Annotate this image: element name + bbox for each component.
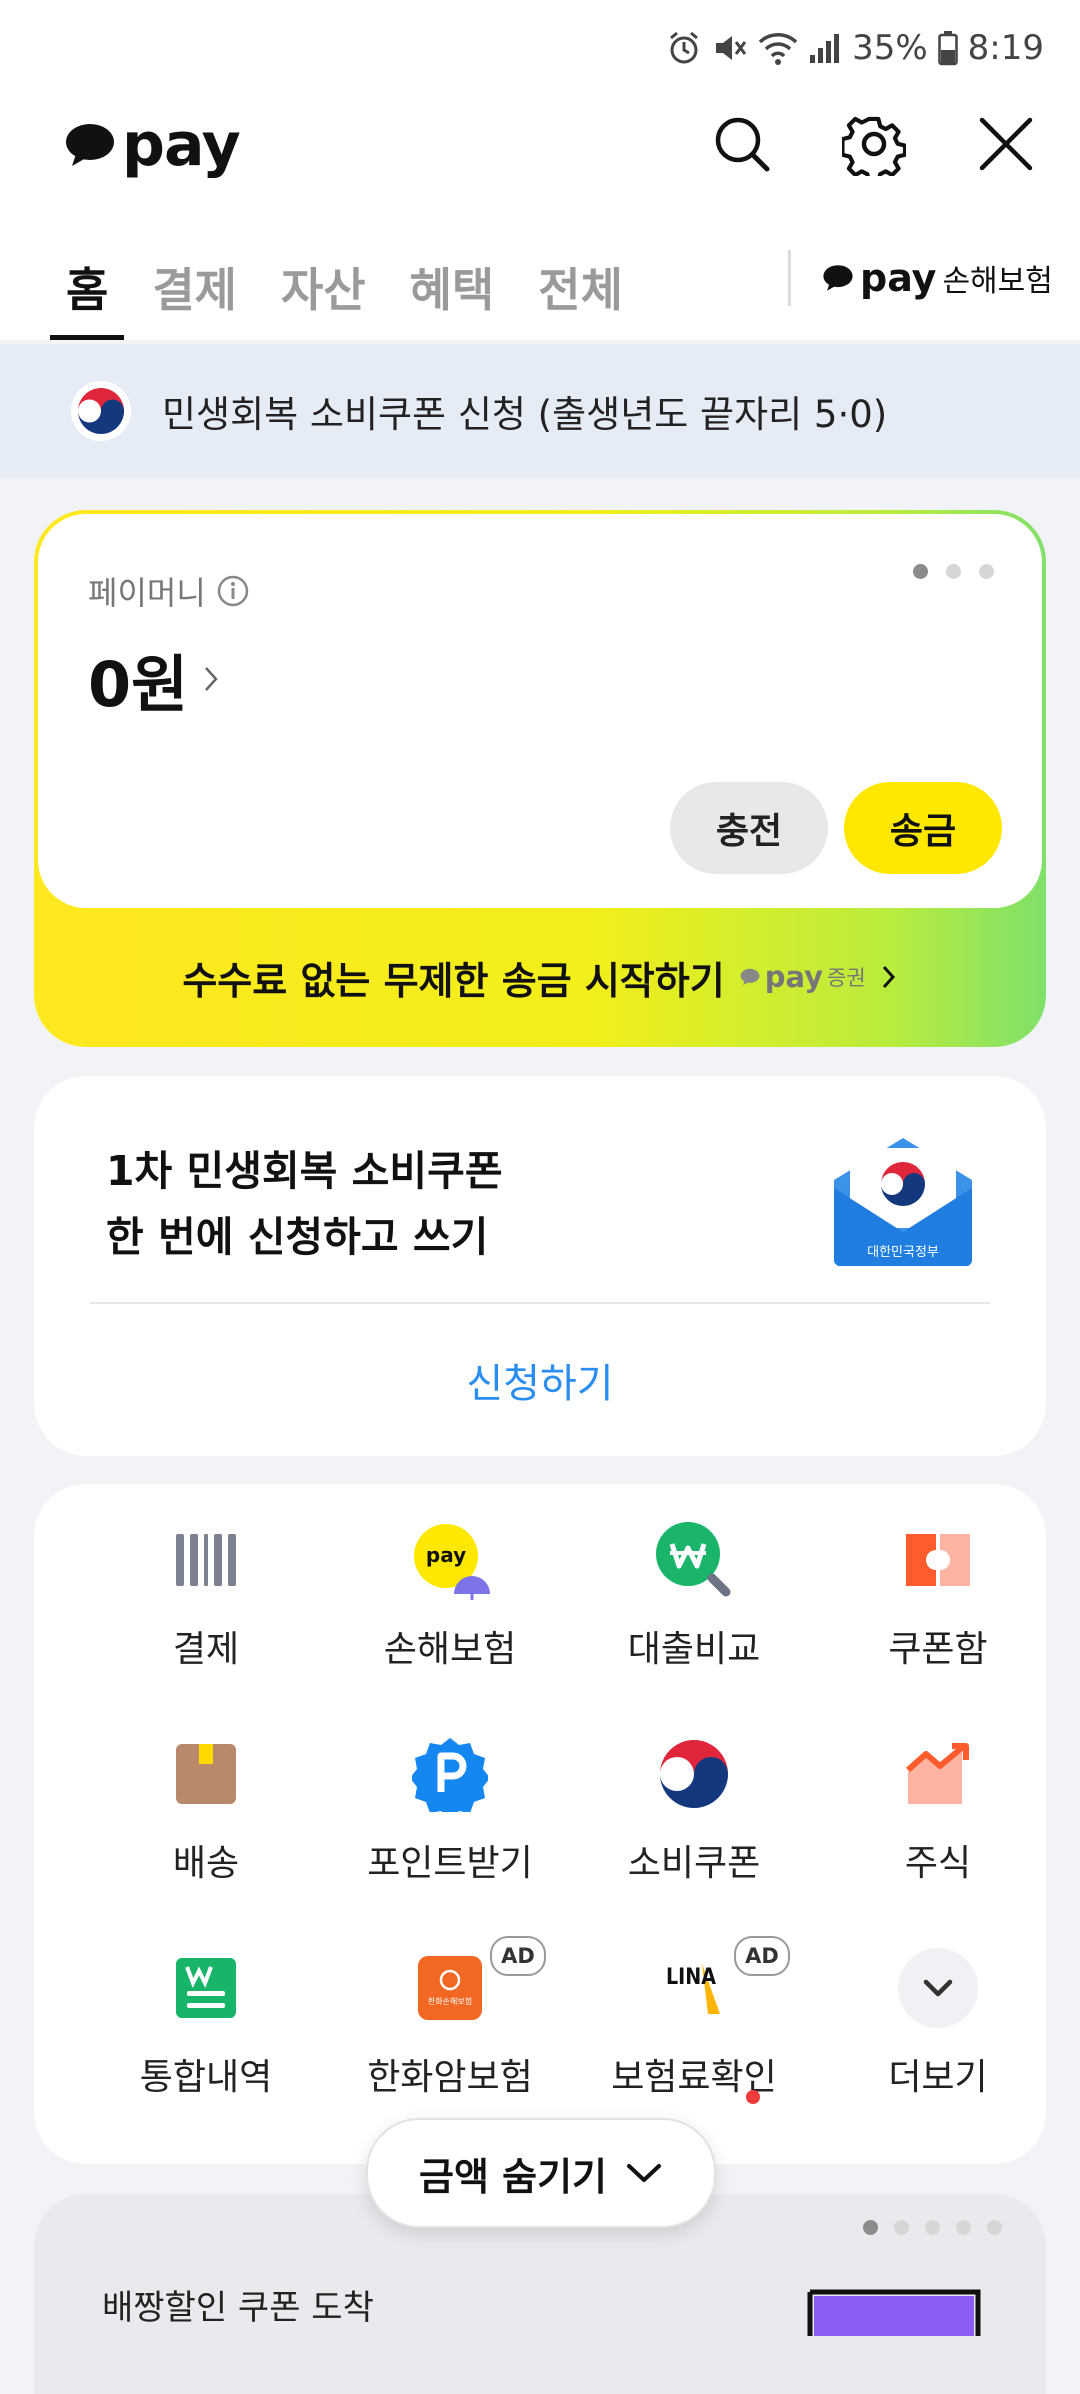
pay-insurance-link[interactable]: pay 손해보험 bbox=[822, 248, 1053, 308]
loan-compare-icon bbox=[654, 1520, 734, 1600]
menu-history[interactable]: 통합내역 bbox=[84, 1912, 328, 2102]
menu-insurance[interactable]: pay 손해보험 bbox=[328, 1484, 572, 1674]
alarm-icon bbox=[666, 30, 702, 66]
notice-text: 민생회복 소비쿠폰 신청 (출생년도 끝자리 5·0) bbox=[162, 393, 888, 436]
coupon-box-icon bbox=[898, 1520, 978, 1600]
ad-badge: AD bbox=[490, 1936, 546, 1976]
battery-icon bbox=[937, 30, 958, 66]
pay-securities-brand: pay 증권 bbox=[739, 960, 866, 994]
service-menu: 결제 pay 손해보험 대출비교 쿠폰함 배송 포인트받기 소비쿠폰 주식 통합… bbox=[34, 1484, 1046, 2164]
consumption-coupon-card[interactable]: 1차 민생회복 소비쿠폰 한 번에 신청하고 쓰기 대한민국정부 신청하기 bbox=[34, 1076, 1046, 1456]
menu-payment[interactable]: 결제 bbox=[84, 1484, 328, 1674]
chevron-down-icon bbox=[898, 1948, 978, 2028]
ad-badge: AD bbox=[734, 1936, 790, 1976]
page-dot bbox=[925, 2220, 940, 2235]
svg-text:LINA: LINA bbox=[666, 1965, 716, 1990]
chevron-right-icon bbox=[205, 667, 218, 691]
banner-text: 배짱할인 쿠폰 도착 bbox=[102, 2288, 374, 2328]
tab-assets[interactable]: 자산 bbox=[281, 240, 366, 340]
free-transfer-promo[interactable]: 수수료 없는 무제한 송금 시작하기 pay 증권 bbox=[34, 908, 1046, 1046]
info-icon[interactable] bbox=[216, 574, 250, 608]
paymoney-amount[interactable]: 0원 bbox=[88, 634, 222, 724]
talk-bubble-icon bbox=[823, 265, 853, 291]
menu-more[interactable]: 더보기 bbox=[816, 1912, 1060, 2102]
search-button[interactable] bbox=[702, 104, 782, 184]
charge-button[interactable]: 충전 bbox=[670, 782, 828, 874]
coupon-ticket-icon bbox=[807, 2289, 981, 2336]
lina-icon: LINA AD bbox=[654, 1936, 790, 2028]
page-dot bbox=[956, 2220, 971, 2235]
government-envelope-icon: 대한민국정부 bbox=[828, 1132, 978, 1270]
barcode-icon bbox=[166, 1520, 246, 1600]
svg-text:한화손해보험: 한화손해보험 bbox=[428, 1996, 472, 2006]
menu-get-points[interactable]: 포인트받기 bbox=[328, 1698, 572, 1888]
coupon-title: 1차 민생회복 소비쿠폰 한 번에 신청하고 쓰기 bbox=[106, 1147, 503, 1261]
main-tabs: 홈 결제 자산 혜택 전체 bbox=[44, 240, 667, 340]
menu-hanwha-cancer-insurance[interactable]: 한화손해보험 AD 한화암보험 bbox=[328, 1912, 572, 2102]
page-dot bbox=[987, 2220, 1002, 2235]
paymoney-label: 페이머니 bbox=[88, 568, 250, 614]
menu-loan-compare[interactable]: 대출비교 bbox=[572, 1484, 816, 1674]
close-icon bbox=[979, 117, 1033, 171]
settings-button[interactable] bbox=[834, 104, 914, 184]
page-dot bbox=[979, 564, 994, 579]
page-dot bbox=[913, 564, 928, 579]
menu-delivery[interactable]: 배송 bbox=[84, 1698, 328, 1888]
apply-button[interactable]: 신청하기 bbox=[34, 1304, 1046, 1456]
kakaopay-logo: pay bbox=[64, 100, 241, 190]
chevron-right-icon bbox=[882, 965, 895, 989]
status-bar: 35% 8:19 bbox=[0, 0, 1080, 90]
send-button[interactable]: 송금 bbox=[844, 782, 1002, 874]
tab-all[interactable]: 전체 bbox=[538, 240, 623, 340]
chevron-down-icon bbox=[627, 2164, 662, 2182]
paymoney-card: 페이머니 0원 충전 송금 bbox=[38, 514, 1042, 908]
taegeuk-icon bbox=[654, 1734, 734, 1814]
battery-percent: 35% bbox=[852, 28, 928, 68]
history-icon bbox=[166, 1948, 246, 2028]
point-icon bbox=[410, 1734, 490, 1814]
close-button[interactable] bbox=[966, 104, 1046, 184]
hanwha-icon: 한화손해보험 AD bbox=[410, 1936, 546, 2028]
talk-bubble-icon bbox=[740, 968, 760, 986]
page-dot bbox=[894, 2220, 909, 2235]
page-indicator bbox=[863, 2220, 1002, 2235]
tab-home[interactable]: 홈 bbox=[49, 240, 125, 340]
menu-coupon-box[interactable]: 쿠폰함 bbox=[816, 1484, 1060, 1674]
talk-bubble-icon bbox=[66, 124, 114, 166]
menu-stock[interactable]: 주식 bbox=[816, 1698, 1060, 1888]
page-dot bbox=[946, 564, 961, 579]
search-icon bbox=[715, 117, 770, 172]
new-badge-dot bbox=[746, 2090, 760, 2104]
signal-icon bbox=[808, 31, 842, 65]
stock-chart-icon bbox=[898, 1734, 978, 1814]
svg-text:pay: pay bbox=[426, 1543, 466, 1567]
wifi-icon bbox=[758, 30, 798, 66]
tab-benefits[interactable]: 혜택 bbox=[410, 240, 495, 340]
page-indicator bbox=[913, 564, 994, 579]
envelope-text: 대한민국정부 bbox=[867, 1245, 939, 1260]
gear-icon bbox=[842, 116, 906, 176]
package-icon bbox=[166, 1734, 246, 1814]
pay-insurance-icon: pay bbox=[410, 1520, 490, 1600]
tab-divider bbox=[788, 250, 791, 306]
menu-consumption-coupon[interactable]: 소비쿠폰 bbox=[572, 1698, 816, 1888]
clock: 8:19 bbox=[967, 28, 1044, 68]
mute-icon bbox=[712, 30, 748, 66]
taegeuk-icon bbox=[71, 381, 131, 441]
menu-premium-check[interactable]: LINA AD 보험료확인 bbox=[572, 1912, 816, 2104]
paymoney-section: 페이머니 0원 충전 송금 수수료 없는 무제한 송금 시작하기 pay 증권 bbox=[34, 510, 1046, 1047]
notice-banner[interactable]: 민생회복 소비쿠폰 신청 (출생년도 끝자리 5·0) bbox=[0, 344, 1080, 478]
page-dot bbox=[863, 2220, 878, 2235]
tab-payment[interactable]: 결제 bbox=[152, 240, 237, 340]
hide-amount-button[interactable]: 금액 숨기기 bbox=[366, 2118, 716, 2228]
